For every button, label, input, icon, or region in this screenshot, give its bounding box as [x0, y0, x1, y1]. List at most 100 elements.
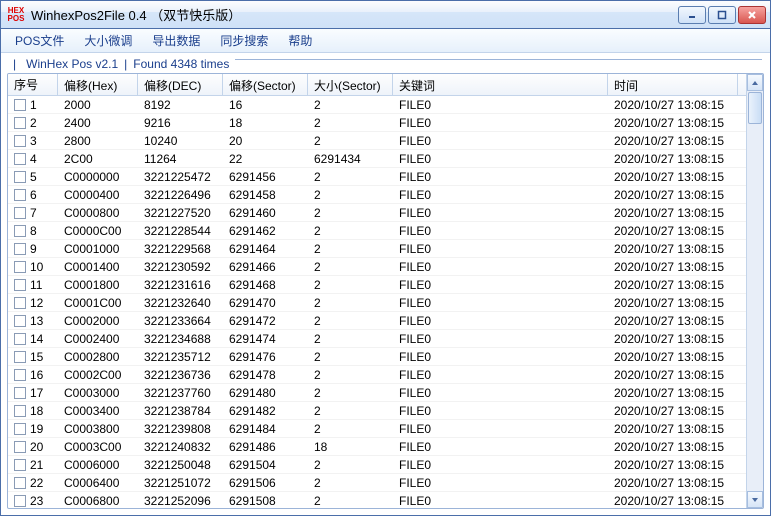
col-time[interactable]: 时间	[608, 74, 738, 95]
close-button[interactable]	[738, 6, 766, 24]
row-checkbox[interactable]	[14, 351, 26, 363]
row-checkbox[interactable]	[14, 297, 26, 309]
table-row[interactable]: 5C0000000322122547262914562FILE02020/10/…	[8, 168, 746, 186]
table-row[interactable]: 20C0003C003221240832629148618FILE02020/1…	[8, 438, 746, 456]
row-checkbox[interactable]	[14, 459, 26, 471]
table-row[interactable]: 11C0001800322123161662914682FILE02020/10…	[8, 276, 746, 294]
cell-time: 2020/10/27 13:08:15	[608, 475, 738, 491]
cell-seq: 13	[8, 313, 58, 329]
cell-dec: 3221238784	[138, 403, 223, 419]
cell-size: 2	[308, 331, 393, 347]
row-checkbox[interactable]	[14, 243, 26, 255]
col-dec[interactable]: 偏移(DEC)	[138, 74, 223, 95]
row-checkbox[interactable]	[14, 99, 26, 111]
table-row[interactable]: 21C0006000322125004862915042FILE02020/10…	[8, 456, 746, 474]
row-checkbox[interactable]	[14, 261, 26, 273]
menu-syncsearch[interactable]: 同步搜索	[212, 30, 276, 51]
cell-size: 2	[308, 457, 393, 473]
cell-size: 2	[308, 241, 393, 257]
row-checkbox[interactable]	[14, 225, 26, 237]
table-row[interactable]: 12C0001C00322123264062914702FILE02020/10…	[8, 294, 746, 312]
row-checkbox[interactable]	[14, 189, 26, 201]
scroll-down-button[interactable]	[747, 491, 763, 508]
row-checkbox[interactable]	[14, 117, 26, 129]
row-checkbox[interactable]	[14, 387, 26, 399]
row-checkbox[interactable]	[14, 171, 26, 183]
cell-time: 2020/10/27 13:08:15	[608, 367, 738, 383]
cell-sector: 6291474	[223, 331, 308, 347]
row-checkbox[interactable]	[14, 315, 26, 327]
cell-keyword: FILE0	[393, 169, 608, 185]
table-row[interactable]: 7C0000800322122752062914602FILE02020/10/…	[8, 204, 746, 222]
col-hex[interactable]: 偏移(Hex)	[58, 74, 138, 95]
row-checkbox[interactable]	[14, 207, 26, 219]
cell-seq: 10	[8, 259, 58, 275]
table-row[interactable]: 19C0003800322123980862914842FILE02020/10…	[8, 420, 746, 438]
minimize-button[interactable]	[678, 6, 706, 24]
table-row[interactable]: 42C0011264226291434FILE02020/10/27 13:08…	[8, 150, 746, 168]
cell-size: 2	[308, 367, 393, 383]
scroll-thumb[interactable]	[748, 92, 762, 124]
cell-time: 2020/10/27 13:08:15	[608, 349, 738, 365]
table-row[interactable]: 15C0002800322123571262914762FILE02020/10…	[8, 348, 746, 366]
menu-sizeadj[interactable]: 大小微调	[76, 30, 140, 51]
cell-sector: 6291472	[223, 313, 308, 329]
col-keyword[interactable]: 关键词	[393, 74, 608, 95]
cell-keyword: FILE0	[393, 475, 608, 491]
table-row[interactable]: 14C0002400322123468862914742FILE02020/10…	[8, 330, 746, 348]
row-checkbox[interactable]	[14, 279, 26, 291]
menu-export[interactable]: 导出数据	[144, 30, 208, 51]
row-checkbox[interactable]	[14, 135, 26, 147]
table-row[interactable]: 3280010240202FILE02020/10/27 13:08:15	[8, 132, 746, 150]
cell-time: 2020/10/27 13:08:15	[608, 277, 738, 293]
cell-keyword: FILE0	[393, 421, 608, 437]
table-row[interactable]: 17C0003000322123776062914802FILE02020/10…	[8, 384, 746, 402]
col-seq[interactable]: 序号	[8, 74, 58, 95]
status-groupbox: | WinHex Pos v2.1 | Found 4348 times	[1, 53, 770, 73]
table-row[interactable]: 16C0002C00322123673662914782FILE02020/10…	[8, 366, 746, 384]
table-row[interactable]: 23C0006800322125209662915082FILE02020/10…	[8, 492, 746, 508]
cell-seq: 15	[8, 349, 58, 365]
cell-time: 2020/10/27 13:08:15	[608, 331, 738, 347]
status-app: WinHex Pos v2.1	[20, 57, 124, 71]
cell-keyword: FILE0	[393, 97, 608, 113]
scroll-up-button[interactable]	[747, 74, 763, 91]
table-row[interactable]: 10C0001400322123059262914662FILE02020/10…	[8, 258, 746, 276]
cell-size: 2	[308, 169, 393, 185]
table-row[interactable]: 6C0000400322122649662914582FILE02020/10/…	[8, 186, 746, 204]
row-checkbox[interactable]	[14, 333, 26, 345]
cell-dec: 10240	[138, 133, 223, 149]
row-checkbox[interactable]	[14, 369, 26, 381]
table-row[interactable]: 22C0006400322125107262915062FILE02020/10…	[8, 474, 746, 492]
table-row[interactable]: 18C0003400322123878462914822FILE02020/10…	[8, 402, 746, 420]
cell-dec: 3221231616	[138, 277, 223, 293]
cell-keyword: FILE0	[393, 367, 608, 383]
table-row[interactable]: 120008192162FILE02020/10/27 13:08:15	[8, 96, 746, 114]
row-checkbox[interactable]	[14, 495, 26, 507]
col-size[interactable]: 大小(Sector)	[308, 74, 393, 95]
row-checkbox[interactable]	[14, 153, 26, 165]
titlebar[interactable]: HEXPOS WinhexPos2File 0.4 （双节快乐版）	[1, 1, 770, 29]
vertical-scrollbar[interactable]	[746, 74, 763, 508]
row-checkbox[interactable]	[14, 477, 26, 489]
maximize-button[interactable]	[708, 6, 736, 24]
row-checkbox[interactable]	[14, 405, 26, 417]
table-row[interactable]: 8C0000C00322122854462914622FILE02020/10/…	[8, 222, 746, 240]
cell-time: 2020/10/27 13:08:15	[608, 97, 738, 113]
menu-help[interactable]: 帮助	[280, 30, 320, 51]
cell-sector: 20	[223, 133, 308, 149]
table-body: 120008192162FILE02020/10/27 13:08:152240…	[8, 96, 746, 508]
col-sector[interactable]: 偏移(Sector)	[223, 74, 308, 95]
row-checkbox[interactable]	[14, 441, 26, 453]
cell-dec: 3221228544	[138, 223, 223, 239]
table-row[interactable]: 13C0002000322123366462914722FILE02020/10…	[8, 312, 746, 330]
cell-size: 2	[308, 295, 393, 311]
row-checkbox[interactable]	[14, 423, 26, 435]
table-row[interactable]: 9C0001000322122956862914642FILE02020/10/…	[8, 240, 746, 258]
cell-dec: 3221237760	[138, 385, 223, 401]
cell-hex: C0003800	[58, 421, 138, 437]
table-row[interactable]: 224009216182FILE02020/10/27 13:08:15	[8, 114, 746, 132]
cell-sector: 6291486	[223, 439, 308, 455]
cell-keyword: FILE0	[393, 133, 608, 149]
menu-posfile[interactable]: POS文件	[7, 30, 72, 51]
